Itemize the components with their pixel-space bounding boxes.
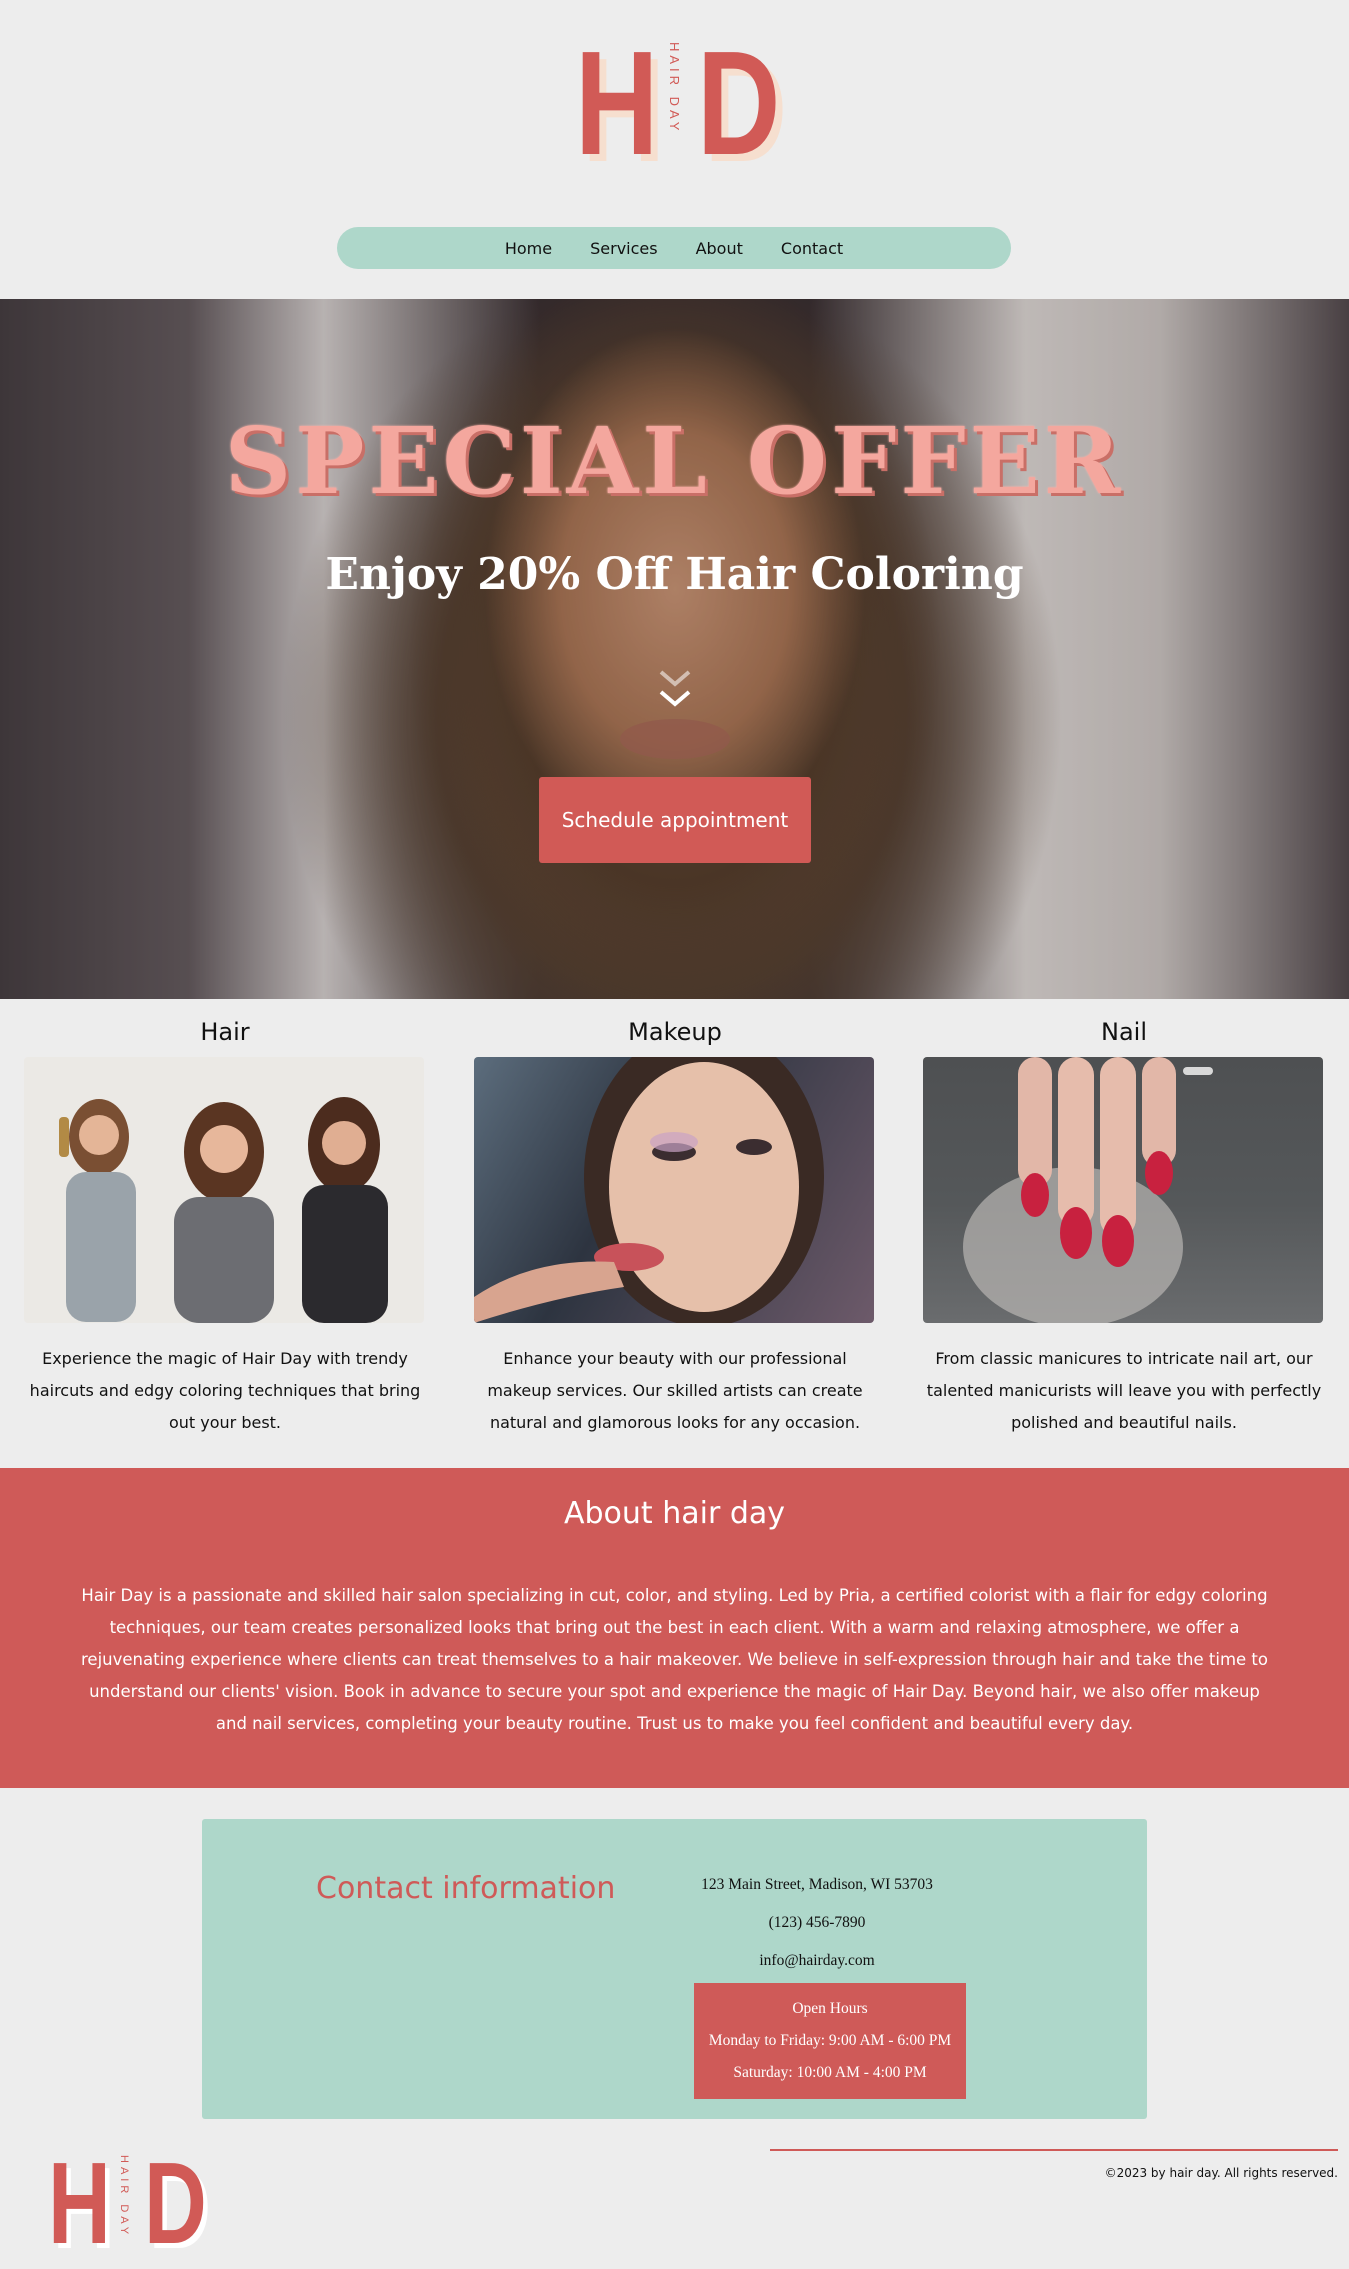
service-description: From classic manicures to intricate nail… bbox=[926, 1349, 1322, 1432]
hero-subtitle: Enjoy 20% Off Hair Coloring bbox=[325, 549, 1024, 600]
service-card-makeup: Makeup Enhance your beauty with our prof… bbox=[474, 1012, 876, 1439]
double-chevron-down-icon[interactable] bbox=[655, 666, 695, 714]
footer-logo[interactable]: H HAIR DAY D bbox=[48, 2145, 208, 2261]
hero-banner: SPECIAL OFFER Enjoy 20% Off Hair Colorin… bbox=[0, 299, 1349, 999]
contact-email[interactable]: info@hairday.com bbox=[694, 1952, 940, 1970]
about-title: About hair day bbox=[563, 1496, 785, 1531]
nav-home[interactable]: Home bbox=[486, 239, 571, 258]
footer-copyright: ©2023 by hair day. All rights reserved. bbox=[1104, 2166, 1338, 2180]
service-title: Makeup bbox=[628, 1018, 722, 1046]
open-hours-saturday: Saturday: 10:00 AM - 4:00 PM bbox=[733, 2064, 927, 2081]
service-title: Nail bbox=[1101, 1018, 1147, 1046]
service-card-hair: Hair Experience the magic of Hair Day wi… bbox=[24, 1012, 426, 1439]
service-card-nail: Nail From classic manicures to intricate… bbox=[923, 1012, 1325, 1439]
main-nav: Home Services About Contact bbox=[337, 227, 1011, 269]
footer-divider bbox=[770, 2149, 1338, 2151]
contact-address: 123 Main Street, Madison, WI 53703 bbox=[701, 1876, 933, 1893]
hair-stylists-image bbox=[24, 1057, 424, 1323]
contact-phone[interactable]: (123) 456-7890 bbox=[694, 1914, 940, 1932]
nav-contact[interactable]: Contact bbox=[762, 239, 862, 258]
nail-art-image bbox=[923, 1057, 1323, 1323]
logo-letter-h: H bbox=[48, 2138, 111, 2268]
logo-letter-h: H bbox=[575, 21, 659, 186]
contact-title: Contact information bbox=[316, 1871, 616, 1906]
service-description: Experience the magic of Hair Day with tr… bbox=[29, 1349, 421, 1432]
hero-title: SPECIAL OFFER bbox=[224, 407, 1125, 515]
logo-tagline: HAIR DAY bbox=[667, 42, 682, 135]
nav-services[interactable]: Services bbox=[571, 239, 676, 258]
schedule-appointment-button[interactable]: Schedule appointment bbox=[539, 777, 811, 863]
logo-letter-d: D bbox=[697, 21, 781, 186]
contact-section: Contact information 123 Main Street, Mad… bbox=[202, 1819, 1147, 2119]
logo-letter-d: D bbox=[144, 2138, 207, 2268]
hero-overlay bbox=[0, 299, 1349, 999]
brand-logo[interactable]: H HAIR DAY D bbox=[575, 30, 780, 178]
about-body: Hair Day is a passionate and skilled hai… bbox=[81, 1586, 1268, 1733]
logo-tagline: HAIR DAY bbox=[118, 2155, 130, 2239]
about-section: About hair day Hair Day is a passionate … bbox=[0, 1468, 1349, 1788]
makeup-model-image bbox=[474, 1057, 874, 1323]
service-title: Hair bbox=[200, 1018, 250, 1046]
open-hours-box: Open Hours Monday to Friday: 9:00 AM - 6… bbox=[694, 1983, 966, 2099]
service-description: Enhance your beauty with our professiona… bbox=[487, 1349, 863, 1432]
nav-about[interactable]: About bbox=[677, 239, 762, 258]
open-hours-title: Open Hours bbox=[792, 2000, 868, 2017]
open-hours-weekdays: Monday to Friday: 9:00 AM - 6:00 PM bbox=[708, 2032, 952, 2049]
